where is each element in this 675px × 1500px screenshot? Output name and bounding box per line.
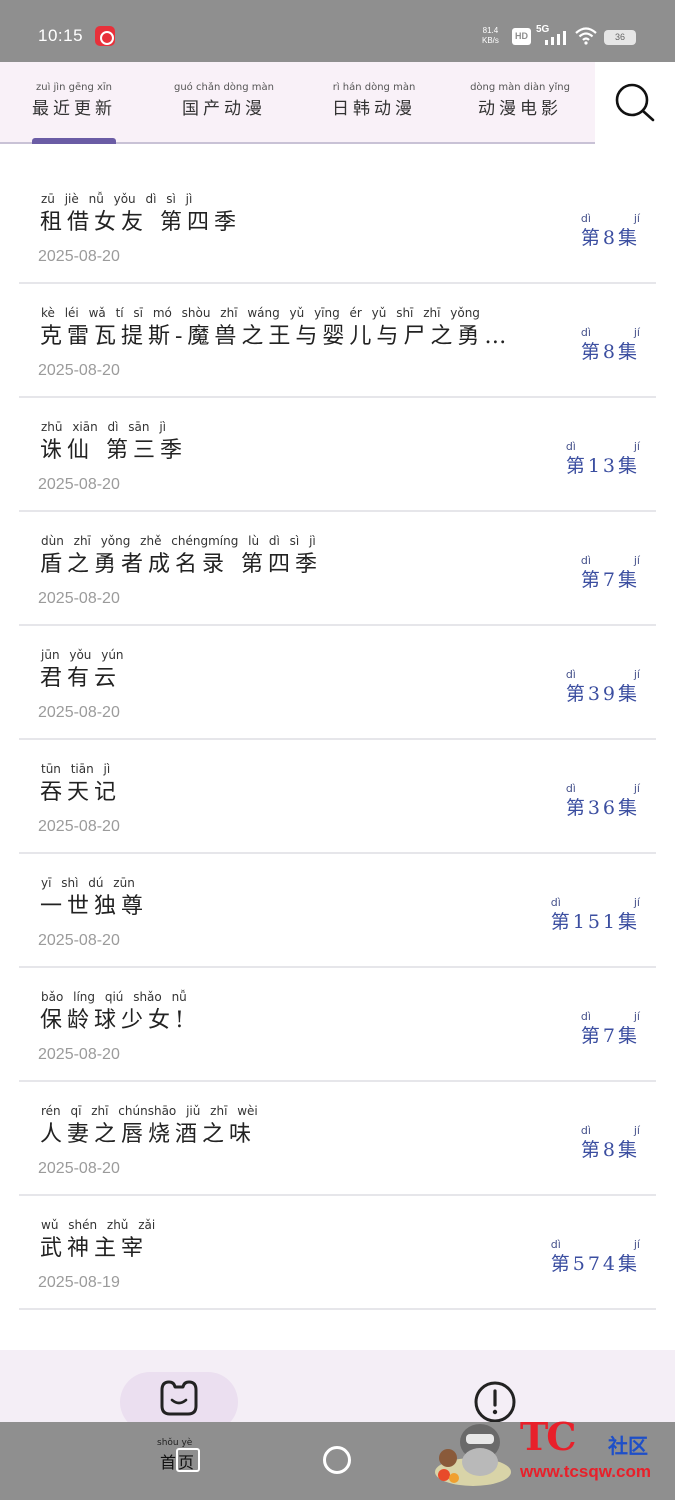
anime-title: 吞天记 [40,780,122,805]
anime-title: 保龄球少女! [40,1008,189,1033]
update-date: 2025-08-20 [38,704,120,721]
tab-pinyin: rì hán dòng màn [332,82,416,93]
episode-number: 第7集 [580,569,640,591]
episode-badge: dì jí 第7集 [581,554,640,592]
frog-home-icon[interactable] [157,1378,201,1418]
episode-badge: dì jí 第13集 [566,440,640,478]
update-date: 2025-08-20 [38,818,120,835]
update-date: 2025-08-20 [38,362,120,379]
episode-badge: dì jí 第574集 [551,1238,640,1276]
update-date: 2025-08-20 [38,248,120,265]
recent-apps-button[interactable] [176,1448,200,1472]
episode-badge: dì jí 第8集 [581,326,640,364]
netease-music-icon [95,26,115,46]
update-date: 2025-08-20 [38,476,120,493]
active-tab-indicator [32,138,116,144]
episode-number: 第39集 [565,683,640,705]
episode-badge: dì jí 第8集 [581,212,640,250]
status-time: 10:15 [38,26,84,45]
list-item[interactable]: wǔ shén zhǔ zǎi 武神主宰 2025-08-19 dì jí 第57… [19,1196,656,1310]
wifi-icon [575,27,597,45]
tab-label: 国产动漫 [182,99,266,119]
anime-title: 武神主宰 [40,1236,149,1261]
list-item[interactable]: dùn zhī yǒng zhě chéngmíng lù dì sì jì 盾… [19,512,656,626]
list-item[interactable]: yī shì dú zūn 一世独尊 2025-08-20 dì jí 第151集 [19,854,656,968]
episode-number: 第7集 [580,1025,640,1047]
signal-icon [545,31,566,45]
episode-number: 第151集 [550,911,640,933]
category-tab-bar: zuì jìn gēng xīn 最近更新 guó chǎn dòng màn … [0,62,595,144]
update-date: 2025-08-19 [38,1274,120,1291]
episode-badge: dì jí 第36集 [566,782,640,820]
anime-title: 君有云 [40,666,122,691]
tab-pinyin: zuì jìn gēng xīn [35,82,112,93]
list-item[interactable]: zū jiè nǚ yǒu dì sì jì 租借女友 第四季 2025-08-… [19,170,656,284]
bottom-nav [0,1350,675,1432]
tab-domestic-anime[interactable]: guó chǎn dòng màn 国产动漫 [164,62,284,144]
update-date: 2025-08-20 [38,932,120,949]
search-icon[interactable] [612,80,656,124]
episode-number: 第8集 [580,341,640,363]
watermark-brand: TC [520,1414,577,1459]
list-item[interactable]: rén qī zhī chúnshāo jiǔ zhī wèi 人妻之唇烧酒之味… [19,1082,656,1196]
anime-update-list: zū jiè nǚ yǒu dì sì jì 租借女友 第四季 2025-08-… [19,170,656,1310]
status-bar: 10:15 81.4 KB/s HD 5G 36 [0,0,675,62]
anime-title: 人妻之唇烧酒之味 [40,1122,257,1147]
episode-badge: dì jí 第151集 [551,896,640,934]
list-item[interactable]: jūn yǒu yún 君有云 2025-08-20 dì jí 第39集 [19,626,656,740]
list-item[interactable]: tūn tiān jì 吞天记 2025-08-20 dì jí 第36集 [19,740,656,854]
episode-number: 第8集 [580,1139,640,1161]
anime-title: 盾之勇者成名录 第四季 [40,552,322,577]
episode-number: 第8集 [580,227,640,249]
list-item[interactable]: kè léi wǎ tí sī mó shòu zhī wáng yǔ yīng… [19,284,656,398]
network-speed-value: 81.4 [482,26,499,35]
tab-pinyin: dòng màn diàn yǐng [470,82,570,93]
episode-badge: dì jí 第8集 [581,1124,640,1162]
home-label-pinyin: shǒu yè [157,1438,193,1448]
tab-label: 最近更新 [32,99,116,119]
watermark-community: 社区 [608,1434,648,1458]
update-date: 2025-08-20 [38,1160,120,1177]
tab-anime-movies[interactable]: dòng màn diàn yǐng 动漫电影 [460,62,580,144]
episode-badge: dì jí 第39集 [566,668,640,706]
hd-badge: HD [512,28,531,45]
update-date: 2025-08-20 [38,1046,120,1063]
list-item[interactable]: bǎo líng qiú shǎo nǚ 保龄球少女! 2025-08-20 d… [19,968,656,1082]
watermark-mascot-icon [435,1424,511,1486]
tab-pinyin: guó chǎn dòng màn [174,82,274,93]
episode-number: 第36集 [565,797,640,819]
network-speed: 81.4 KB/s [482,26,499,46]
tab-label: 动漫电影 [478,99,562,119]
update-date: 2025-08-20 [38,590,120,607]
anime-title: 一世独尊 [40,894,149,919]
anime-title: 租借女友 第四季 [40,210,241,235]
anime-title: 克雷瓦提斯-魔兽之王与婴儿与尸之勇… [40,324,512,349]
system-home-button[interactable] [323,1446,351,1474]
watermark-url: www.tcsqw.com [520,1462,651,1481]
network-speed-unit: KB/s [482,36,499,45]
list-item[interactable]: zhū xiān dì sān jì 诛仙 第三季 2025-08-20 dì j… [19,398,656,512]
episode-badge: dì jí 第7集 [581,1010,640,1048]
episode-number: 第574集 [550,1253,640,1275]
battery-icon: 36 [604,30,636,45]
tab-label: 日韩动漫 [332,99,416,119]
tab-jp-kr-anime[interactable]: rì hán dòng màn 日韩动漫 [314,62,434,144]
tab-latest-updates[interactable]: zuì jìn gēng xīn 最近更新 [14,62,134,144]
episode-number: 第13集 [565,455,640,477]
anime-title: 诛仙 第三季 [40,438,187,463]
